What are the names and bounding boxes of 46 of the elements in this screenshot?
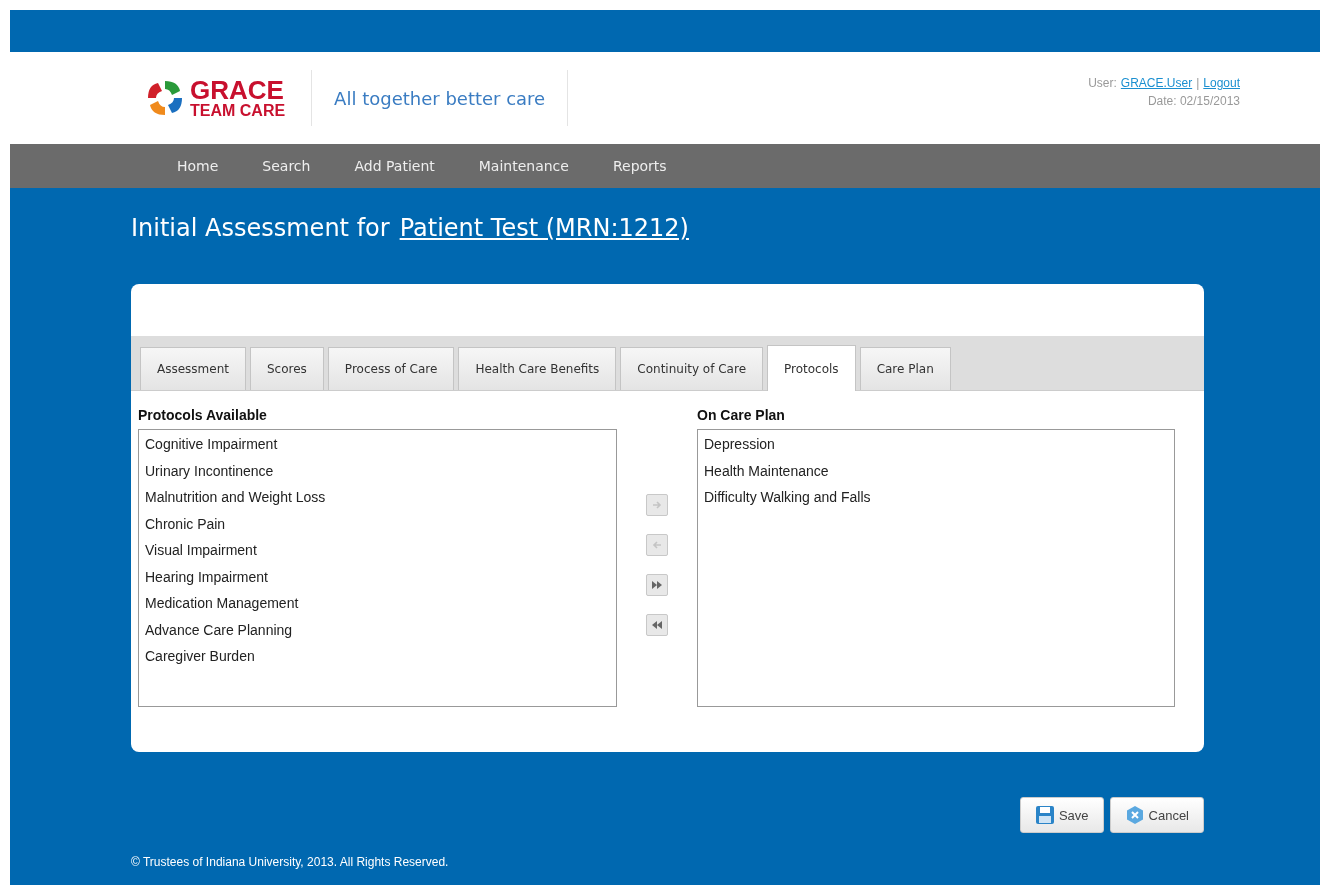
list-item[interactable]: Visual Impairment	[145, 541, 610, 560]
logo-text: GRACE	[190, 77, 284, 103]
double-right-arrow-icon	[650, 578, 664, 592]
list-item[interactable]: Medication Management	[145, 594, 610, 613]
transfer-button[interactable]	[646, 614, 668, 636]
double-left-arrow-icon	[650, 618, 664, 632]
copyright-text: © Trustees of Indiana University, 2013. All Rights Reserved.	[131, 855, 450, 869]
list-item[interactable]: Urinary Incontinence	[145, 461, 610, 480]
tab[interactable]: Care Plan	[859, 347, 951, 390]
list-item[interactable]: Hearing Impairment	[145, 567, 610, 586]
tab[interactable]: Process of Care	[327, 347, 455, 390]
nav-link[interactable]: Search	[240, 158, 333, 174]
list-item[interactable]: Chronic Pain	[145, 514, 610, 533]
list-box[interactable]: Cognitive Impairment Urinary Incontinence Malnutrition and Weight Loss Chronic Pain Visual Impairment Hearing Impairment Medication Management Advance Care Planning Caregiver Burden	[138, 429, 617, 707]
page-title: Initial Assessment for	[131, 214, 390, 242]
transfer-button[interactable]	[646, 574, 668, 596]
list-item[interactable]: Malnutrition and Weight Loss	[145, 488, 610, 507]
nav-link[interactable]: Home	[155, 158, 241, 174]
save-button[interactable]: Save	[1019, 797, 1104, 833]
tab[interactable]: Scores	[250, 347, 324, 390]
cancel-button[interactable]: Cancel	[1109, 797, 1204, 833]
cancel-icon	[1124, 805, 1145, 825]
patient-link[interactable]: Patient Test (MRN:1212)	[399, 214, 689, 242]
list-item[interactable]: Cognitive Impairment	[145, 435, 610, 454]
tagline: All together better care	[312, 70, 569, 126]
nav-link[interactable]: Reports	[590, 158, 689, 174]
logout-link[interactable]: Logout	[1203, 76, 1240, 90]
date-text: Date: 02/15/2013	[1147, 94, 1240, 108]
user-label: User:	[1088, 76, 1117, 90]
list-item[interactable]: Health Maintenance	[704, 461, 1168, 480]
list-heading: On Care Plan	[697, 407, 786, 423]
separator-text: |	[1196, 76, 1200, 90]
nav-link[interactable]: Maintenance	[456, 158, 591, 174]
tab[interactable]: Protocols	[767, 345, 856, 391]
user-link[interactable]: GRACE.User	[1120, 76, 1193, 90]
tab[interactable]: Assessment	[140, 347, 246, 390]
list-item[interactable]: Advance Care Planning	[145, 620, 610, 639]
list-heading: Protocols Available	[138, 407, 268, 423]
nav-link[interactable]: Add Patient	[332, 158, 457, 174]
list-box[interactable]: Depression Health Maintenance Difficulty Walking and Falls	[697, 429, 1175, 707]
list-item[interactable]: Difficulty Walking and Falls	[704, 488, 1168, 507]
list-item[interactable]: Caregiver Burden	[145, 647, 610, 666]
list-item[interactable]: Depression	[704, 435, 1168, 454]
tab[interactable]: Health Care Benefits	[458, 347, 617, 390]
tab[interactable]: Continuity of Care	[620, 347, 763, 390]
logo-subtext: TEAM CARE	[190, 103, 286, 119]
